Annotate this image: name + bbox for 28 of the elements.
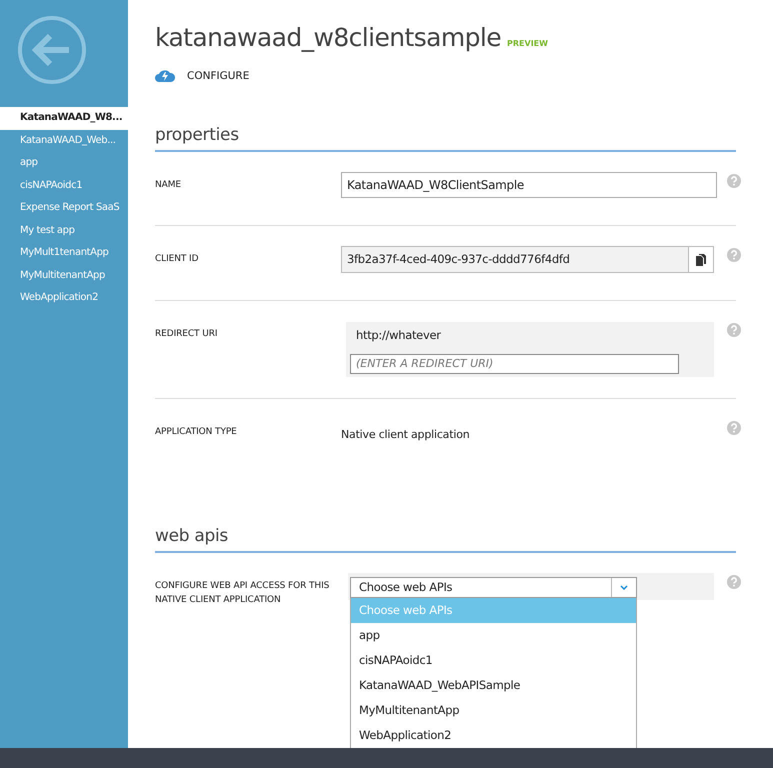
application-type-value: Native client application [341,427,470,441]
redirect-uri-value: http://whatever [346,322,714,349]
dropdown-option[interactable]: WebApplication2 [351,723,636,748]
help-icon[interactable] [727,421,741,435]
help-icon[interactable] [727,174,741,188]
section-heading: web apis [155,521,736,553]
cloud-icon [155,69,175,82]
web-api-dropdown[interactable]: Choose web APIs [350,577,637,598]
field-label: CONFIGURE WEB API ACCESS FOR THIS NATIVE CLIENT APPLICATION [155,580,330,607]
configure-tab[interactable]: CONFIGURE [155,69,250,82]
help-icon[interactable] [727,323,741,337]
field-label: REDIRECT URI [155,328,218,341]
field-label: CLIENT ID [155,253,200,266]
help-icon[interactable] [727,248,741,262]
caret-icon [620,585,628,590]
help-icon[interactable] [727,575,741,589]
field-label: APPLICATION TYPE [155,426,238,439]
section-heading: properties [155,120,736,152]
dropdown-option[interactable]: MyMultitenantApp [351,698,636,723]
page-title: katanawaad_w8clientsample [155,22,502,54]
dropdown-option[interactable]: KatanaWAAD_WebAPISample [351,673,636,698]
preview-label: PREVIEW [507,39,548,48]
sidebar-item[interactable]: KatanaWAAD_W8... [0,107,128,130]
name-field[interactable]: KatanaWAAD_W8ClientSample [341,172,717,198]
dropdown-option[interactable]: app [351,623,636,648]
field-label: NAME [155,179,182,192]
redirect-uri-field[interactable]: (ENTER A REDIRECT URI) [350,354,679,374]
dropdown-option[interactable]: cisNAPAoidc1 [351,648,636,673]
